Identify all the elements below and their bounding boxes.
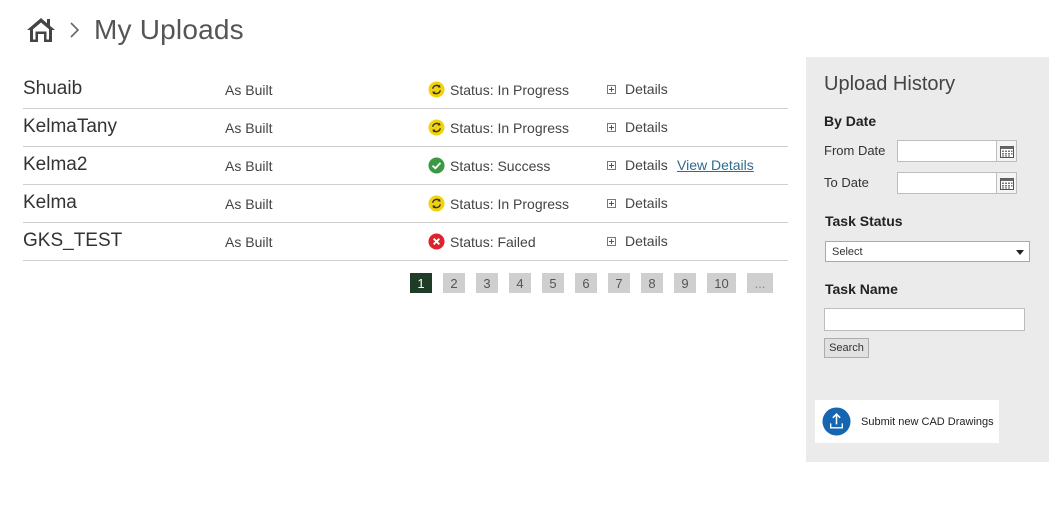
details-toggle[interactable]: Details: [607, 119, 668, 135]
task-status-select[interactable]: Select: [825, 241, 1030, 262]
list-item: Kelma2 As Built Status: Success Details …: [23, 147, 788, 185]
view-details-link[interactable]: View Details: [677, 157, 754, 173]
list-item: KelmaTany As Built Status: In Progress D…: [23, 109, 788, 147]
page-title: My Uploads: [94, 14, 244, 45]
upload-status: Status: Failed: [428, 233, 536, 250]
to-date-label: To Date: [824, 175, 869, 190]
upload-status: Status: In Progress: [428, 119, 569, 136]
calendar-icon: [999, 145, 1014, 158]
page-5-button[interactable]: 5: [542, 273, 564, 293]
failed-x-icon: [428, 233, 445, 250]
list-item: Shuaib As Built Status: In Progress Deta…: [23, 71, 788, 109]
expand-plus-icon: [607, 236, 616, 246]
task-status-selected: Select: [832, 245, 863, 258]
to-date-calendar-button[interactable]: [996, 172, 1017, 194]
from-date-label: From Date: [824, 143, 886, 158]
details-label: Details: [625, 233, 668, 249]
list-item: Kelma As Built Status: In Progress Detai…: [23, 185, 788, 223]
upload-name: Kelma: [23, 192, 77, 213]
page-2-button[interactable]: 2: [443, 273, 465, 293]
upload-status: Status: Success: [428, 157, 550, 174]
from-date-calendar-button[interactable]: [996, 140, 1017, 162]
details-label: Details: [625, 195, 668, 211]
chevron-right-icon: [70, 22, 80, 38]
details-toggle[interactable]: Details: [607, 195, 668, 211]
upload-type: As Built: [225, 234, 273, 250]
expand-plus-icon: [607, 198, 616, 208]
breadcrumb: My Uploads: [26, 10, 244, 50]
in-progress-icon: [428, 119, 445, 136]
page-8-button[interactable]: 8: [641, 273, 663, 293]
home-icon[interactable]: [26, 16, 56, 44]
page-10-button[interactable]: 10: [707, 273, 736, 293]
expand-plus-icon: [607, 160, 616, 170]
calendar-icon: [999, 177, 1014, 190]
details-label: Details: [625, 81, 668, 97]
in-progress-icon: [428, 195, 445, 212]
list-item: GKS_TEST As Built Status: Failed Details: [23, 223, 788, 261]
dropdown-caret-icon: [1016, 250, 1024, 255]
upload-type: As Built: [225, 196, 273, 212]
task-name-input[interactable]: [824, 308, 1025, 331]
to-date-input[interactable]: [897, 172, 997, 194]
details-label: Details: [625, 157, 668, 173]
from-date-input[interactable]: [897, 140, 997, 162]
pagination: 1 2 3 4 5 6 7 8 9 10 ...: [410, 273, 784, 293]
page-7-button[interactable]: 7: [608, 273, 630, 293]
in-progress-icon: [428, 81, 445, 98]
page-6-button[interactable]: 6: [575, 273, 597, 293]
upload-type: As Built: [225, 158, 273, 174]
status-text: Status: In Progress: [450, 119, 570, 136]
details-toggle[interactable]: Details: [607, 157, 668, 173]
upload-name: KelmaTany: [23, 116, 117, 137]
page-more-button[interactable]: ...: [747, 273, 773, 293]
details-label: Details: [625, 119, 668, 135]
page-1-button[interactable]: 1: [410, 273, 432, 293]
page-3-button[interactable]: 3: [476, 273, 498, 293]
uploads-list: Shuaib As Built Status: In Progress Deta…: [23, 71, 788, 261]
upload-name: Kelma2: [23, 154, 88, 175]
status-text: Status: In Progress: [450, 195, 570, 212]
status-text: Status: Success: [450, 157, 551, 174]
submit-cad-label: Submit new CAD Drawings: [861, 415, 994, 428]
upload-type: As Built: [225, 82, 273, 98]
expand-plus-icon: [607, 84, 616, 94]
status-text: Status: Failed: [450, 233, 536, 250]
upload-name: GKS_TEST: [23, 230, 123, 251]
panel-title: Upload History: [824, 73, 956, 95]
upload-status: Status: In Progress: [428, 81, 569, 98]
by-date-heading: By Date: [824, 113, 877, 129]
search-button[interactable]: Search: [824, 338, 869, 358]
expand-plus-icon: [607, 122, 616, 132]
page-9-button[interactable]: 9: [674, 273, 696, 293]
status-text: Status: In Progress: [450, 81, 570, 98]
page-4-button[interactable]: 4: [509, 273, 531, 293]
upload-status: Status: In Progress: [428, 195, 569, 212]
success-check-icon: [428, 157, 445, 174]
details-toggle[interactable]: Details: [607, 81, 668, 97]
upload-type: As Built: [225, 120, 273, 136]
task-name-heading: Task Name: [825, 281, 898, 297]
upload-icon: [822, 407, 851, 436]
upload-name: Shuaib: [23, 78, 83, 99]
task-status-heading: Task Status: [825, 213, 903, 229]
upload-history-panel: Upload History By Date From Date To Date…: [806, 57, 1049, 462]
details-toggle[interactable]: Details: [607, 233, 668, 249]
submit-cad-button[interactable]: Submit new CAD Drawings: [815, 400, 999, 443]
